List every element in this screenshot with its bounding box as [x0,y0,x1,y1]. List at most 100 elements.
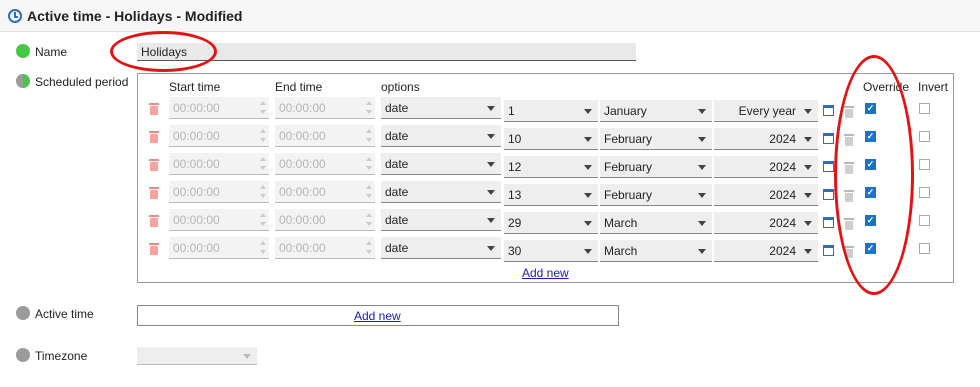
start-time-input[interactable]: 00:00:00 [169,181,269,203]
option-type-value: date [385,241,409,255]
end-time-input[interactable]: 00:00:00 [275,125,375,147]
timezone-select[interactable] [137,347,257,365]
calendar-icon[interactable] [823,105,834,116]
invert-checkbox[interactable] [919,215,930,226]
spin-down-icon[interactable] [260,194,266,198]
delete-row-icon[interactable] [149,159,159,171]
spin-down-icon[interactable] [366,222,372,226]
start-time-input[interactable]: 00:00:00 [169,125,269,147]
start-time-input[interactable]: 00:00:00 [169,97,269,119]
end-time-input[interactable]: 00:00:00 [275,209,375,231]
spin-down-icon[interactable] [366,194,372,198]
option-type-select[interactable]: date [381,153,501,175]
end-time-input[interactable]: 00:00:00 [275,97,375,119]
month-select[interactable]: February [600,128,712,150]
month-select[interactable]: February [600,184,712,206]
calendar-icon[interactable] [823,133,834,144]
month-select[interactable]: February [600,156,712,178]
day-value: 30 [508,244,522,258]
add-active-time-link[interactable]: Add new [354,309,401,323]
year-select[interactable]: Every year [714,100,818,122]
month-select[interactable]: January [600,100,712,122]
delete-row-icon[interactable] [149,103,159,115]
invert-checkbox[interactable] [919,131,930,142]
chevron-down-icon [804,249,812,254]
delete-row-icon[interactable] [149,187,159,199]
start-time-input[interactable]: 00:00:00 [169,237,269,259]
invert-checkbox[interactable] [919,159,930,170]
spin-down-icon[interactable] [260,138,266,142]
invert-checkbox[interactable] [919,187,930,198]
spin-up-icon[interactable] [260,101,266,105]
spin-up-icon[interactable] [366,241,372,245]
calendar-icon[interactable] [823,189,834,200]
start-time-value: 00:00:00 [173,157,220,171]
spin-down-icon[interactable] [366,166,372,170]
day-select[interactable]: 10 [504,128,598,150]
end-time-input[interactable]: 00:00:00 [275,153,375,175]
start-time-input[interactable]: 00:00:00 [169,209,269,231]
delete-row-icon[interactable] [149,243,159,255]
delete-row-icon[interactable] [149,215,159,227]
year-select[interactable]: 2024 [714,156,818,178]
option-type-value: date [385,157,409,171]
active-time-box: Add new [137,305,619,326]
year-select[interactable]: 2024 [714,240,818,262]
chevron-down-icon [584,137,592,142]
day-value: 29 [508,216,522,230]
end-time-input[interactable]: 00:00:00 [275,181,375,203]
spin-up-icon[interactable] [260,241,266,245]
spin-up-icon[interactable] [366,185,372,189]
month-select[interactable]: March [600,240,712,262]
month-value: February [604,188,653,202]
chevron-down-icon [584,249,592,254]
year-select[interactable]: 2024 [714,184,818,206]
option-type-select[interactable]: date [381,97,501,119]
day-select[interactable]: 29 [504,212,598,234]
spin-up-icon[interactable] [260,157,266,161]
spin-down-icon[interactable] [260,222,266,226]
day-select[interactable]: 1 [504,100,598,122]
spin-up-icon[interactable] [260,129,266,133]
option-type-select[interactable]: date [381,181,501,203]
spin-up-icon[interactable] [366,101,372,105]
day-select[interactable]: 30 [504,240,598,262]
spin-down-icon[interactable] [366,250,372,254]
day-select[interactable]: 13 [504,184,598,206]
invert-checkbox[interactable] [919,243,930,254]
spin-up-icon[interactable] [366,213,372,217]
day-select[interactable]: 12 [504,156,598,178]
end-time-input[interactable]: 00:00:00 [275,237,375,259]
year-select[interactable]: 2024 [714,212,818,234]
option-type-value: date [385,213,409,227]
calendar-icon[interactable] [823,161,834,172]
header-options: options [381,80,420,94]
spin-down-icon[interactable] [260,250,266,254]
option-type-select[interactable]: date [381,237,501,259]
start-time-input[interactable]: 00:00:00 [169,153,269,175]
month-value: March [604,216,638,230]
spin-up-icon[interactable] [260,185,266,189]
delete-row-icon[interactable] [149,131,159,143]
calendar-icon[interactable] [823,245,834,256]
year-select[interactable]: 2024 [714,128,818,150]
spin-down-icon[interactable] [260,110,266,114]
add-scheduled-period-link[interactable]: Add new [522,266,569,280]
calendar-icon[interactable] [823,217,834,228]
option-type-select[interactable]: date [381,125,501,147]
scheduled-period-label: Scheduled period [35,75,129,89]
chevron-down-icon [243,354,251,359]
title-bar: Active time - Holidays - Modified [0,0,980,32]
spin-down-icon[interactable] [366,138,372,142]
option-type-select[interactable]: date [381,209,501,231]
month-select[interactable]: March [600,212,712,234]
end-time-value: 00:00:00 [279,129,326,143]
invert-checkbox[interactable] [919,103,930,114]
spin-up-icon[interactable] [366,129,372,133]
spin-down-icon[interactable] [366,110,372,114]
start-time-value: 00:00:00 [173,129,220,143]
day-value: 1 [508,104,515,118]
spin-up-icon[interactable] [260,213,266,217]
spin-down-icon[interactable] [260,166,266,170]
spin-up-icon[interactable] [366,157,372,161]
